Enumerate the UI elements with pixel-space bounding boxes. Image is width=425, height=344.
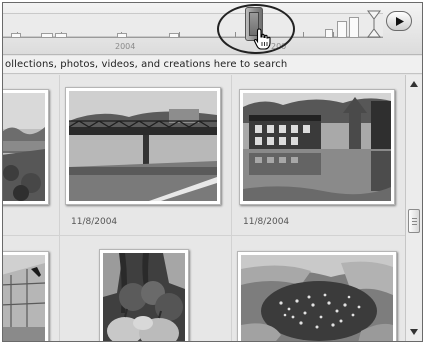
timeline-tick <box>333 32 334 37</box>
grid-separator <box>231 75 232 341</box>
grid-separator <box>59 75 60 341</box>
timeline-bar[interactable] <box>41 33 53 37</box>
scrollbar-thumb[interactable] <box>408 209 420 233</box>
photo-image <box>103 253 185 341</box>
play-button[interactable] <box>386 11 412 31</box>
timeline-bar[interactable] <box>11 33 21 37</box>
search-hint-text: ollections, photos, videos, and creation… <box>5 59 288 70</box>
scroll-grip-line <box>412 221 417 222</box>
photo-thumbnail-bridge[interactable] <box>65 87 221 205</box>
photo-image <box>3 93 45 201</box>
timeline-bar[interactable] <box>169 33 179 37</box>
timeline-year-label-partial: 200 <box>271 42 287 51</box>
photo-image <box>3 255 45 341</box>
photo-image <box>243 93 391 201</box>
photo-grid: 11/8/2004 11/8/2004 <box>3 75 405 341</box>
timeline-tick <box>235 32 236 37</box>
photo-image <box>69 91 217 201</box>
scroll-up-arrow-icon[interactable] <box>409 79 419 89</box>
scroll-grip-line <box>412 218 417 219</box>
date-timeline[interactable]: 2004 200 <box>3 3 422 55</box>
photo-date-flooded-building: 11/8/2004 <box>243 217 290 227</box>
photo-thumbnail-pumpkins[interactable] <box>99 249 189 341</box>
timeline-bar[interactable] <box>117 33 127 37</box>
vertical-scrollbar[interactable] <box>405 75 422 341</box>
timeline-tick <box>303 32 304 37</box>
timeline-bar[interactable] <box>337 21 347 37</box>
grid-separator <box>3 235 405 236</box>
timeline-bar[interactable] <box>349 17 359 37</box>
timeline-bar[interactable] <box>325 29 333 37</box>
photo-thumbnail-left-1[interactable] <box>3 89 49 205</box>
photo-browser-window: 2004 200 ollections, photos, videos, and… <box>2 2 423 342</box>
search-hint-bar: ollections, photos, videos, and creation… <box>3 56 422 74</box>
scroll-grip-line <box>412 224 417 225</box>
timeline-year-label: 2004 <box>115 42 136 51</box>
play-icon <box>396 17 404 26</box>
range-end-marker-icon[interactable] <box>367 10 381 38</box>
photo-thumbnail-left-2[interactable] <box>3 251 49 341</box>
photo-thumbnail-flooded-building[interactable] <box>239 89 395 205</box>
photo-image <box>241 255 393 341</box>
scroll-down-arrow-icon[interactable] <box>409 327 419 337</box>
timeline-baseline <box>3 37 383 38</box>
photo-thumbnail-gravel-tarp[interactable] <box>237 251 397 341</box>
photo-date-bridge: 11/8/2004 <box>71 217 118 227</box>
hand-pointer-icon <box>253 28 271 50</box>
timeline-tick <box>179 32 180 37</box>
timeline-bar[interactable] <box>55 33 67 37</box>
